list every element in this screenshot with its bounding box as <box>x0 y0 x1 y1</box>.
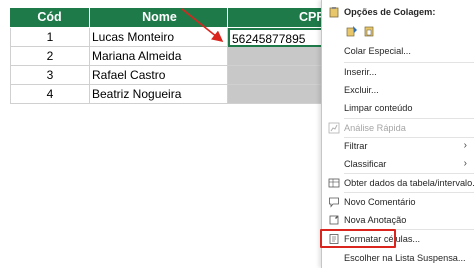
menu-item-label: Limpar conteúdo <box>344 103 413 113</box>
paste-values-icon[interactable] <box>363 25 375 37</box>
menu-item-label: Nova Anotação <box>344 215 407 225</box>
note-icon <box>328 214 340 226</box>
clipboard-icon <box>328 6 340 18</box>
menu-item-filter[interactable]: Filtrar › <box>322 137 474 155</box>
annotation-highlight-box <box>320 229 396 248</box>
cell-cod[interactable]: 4 <box>10 85 90 104</box>
chevron-right-icon: › <box>463 140 467 151</box>
menu-item-label: Inserir... <box>344 67 377 77</box>
comment-icon <box>328 196 340 208</box>
menu-paste-options-header: Opções de Colagem: <box>322 3 474 21</box>
menu-item-insert[interactable]: Inserir... <box>322 63 474 81</box>
menu-item-label: Análise Rápida <box>344 123 406 133</box>
menu-item-label: Colar Especial... <box>344 46 411 56</box>
menu-item-get-data[interactable]: Obter dados da tabela/intervalo... <box>322 174 474 192</box>
cell-cod[interactable]: 1 <box>10 28 90 47</box>
paste-options-title: Opções de Colagem: <box>344 7 436 17</box>
cell-nome[interactable]: Beatriz Nogueira <box>90 85 228 104</box>
cell-cod[interactable]: 3 <box>10 66 90 85</box>
menu-item-label: Filtrar <box>344 141 368 151</box>
quick-analysis-icon <box>328 122 340 134</box>
table-grid-icon <box>328 177 340 189</box>
menu-item-pick-from-list[interactable]: Escolher na Lista Suspensa... <box>322 249 474 267</box>
menu-item-label: Escolher na Lista Suspensa... <box>344 253 466 263</box>
menu-item-label: Novo Comentário <box>344 197 416 207</box>
cell-nome[interactable]: Mariana Almeida <box>90 47 228 66</box>
menu-item-label: Excluir... <box>344 85 379 95</box>
menu-item-new-note[interactable]: Nova Anotação <box>322 211 474 229</box>
menu-item-label: Classificar <box>344 159 387 169</box>
paste-brush-icon[interactable] <box>346 25 358 37</box>
context-menu: Opções de Colagem: Colar Especial... Ins… <box>321 0 474 268</box>
cell-cod[interactable]: 2 <box>10 47 90 66</box>
header-nome[interactable]: Nome <box>90 8 228 27</box>
menu-item-clear-contents[interactable]: Limpar conteúdo <box>322 99 474 117</box>
menu-item-quick-analysis[interactable]: Análise Rápida <box>322 119 474 137</box>
cell-nome[interactable]: Lucas Monteiro <box>90 28 228 47</box>
menu-item-paste-special[interactable]: Colar Especial... <box>322 42 474 60</box>
menu-item-new-comment[interactable]: Novo Comentário <box>322 193 474 211</box>
header-cod[interactable]: Cód <box>10 8 90 27</box>
paste-option-buttons <box>322 22 374 40</box>
chevron-right-icon: › <box>463 158 467 169</box>
cell-nome[interactable]: Rafael Castro <box>90 66 228 85</box>
menu-item-sort[interactable]: Classificar › <box>322 155 474 173</box>
menu-item-delete[interactable]: Excluir... <box>322 81 474 99</box>
menu-item-label: Obter dados da tabela/intervalo... <box>344 178 474 188</box>
